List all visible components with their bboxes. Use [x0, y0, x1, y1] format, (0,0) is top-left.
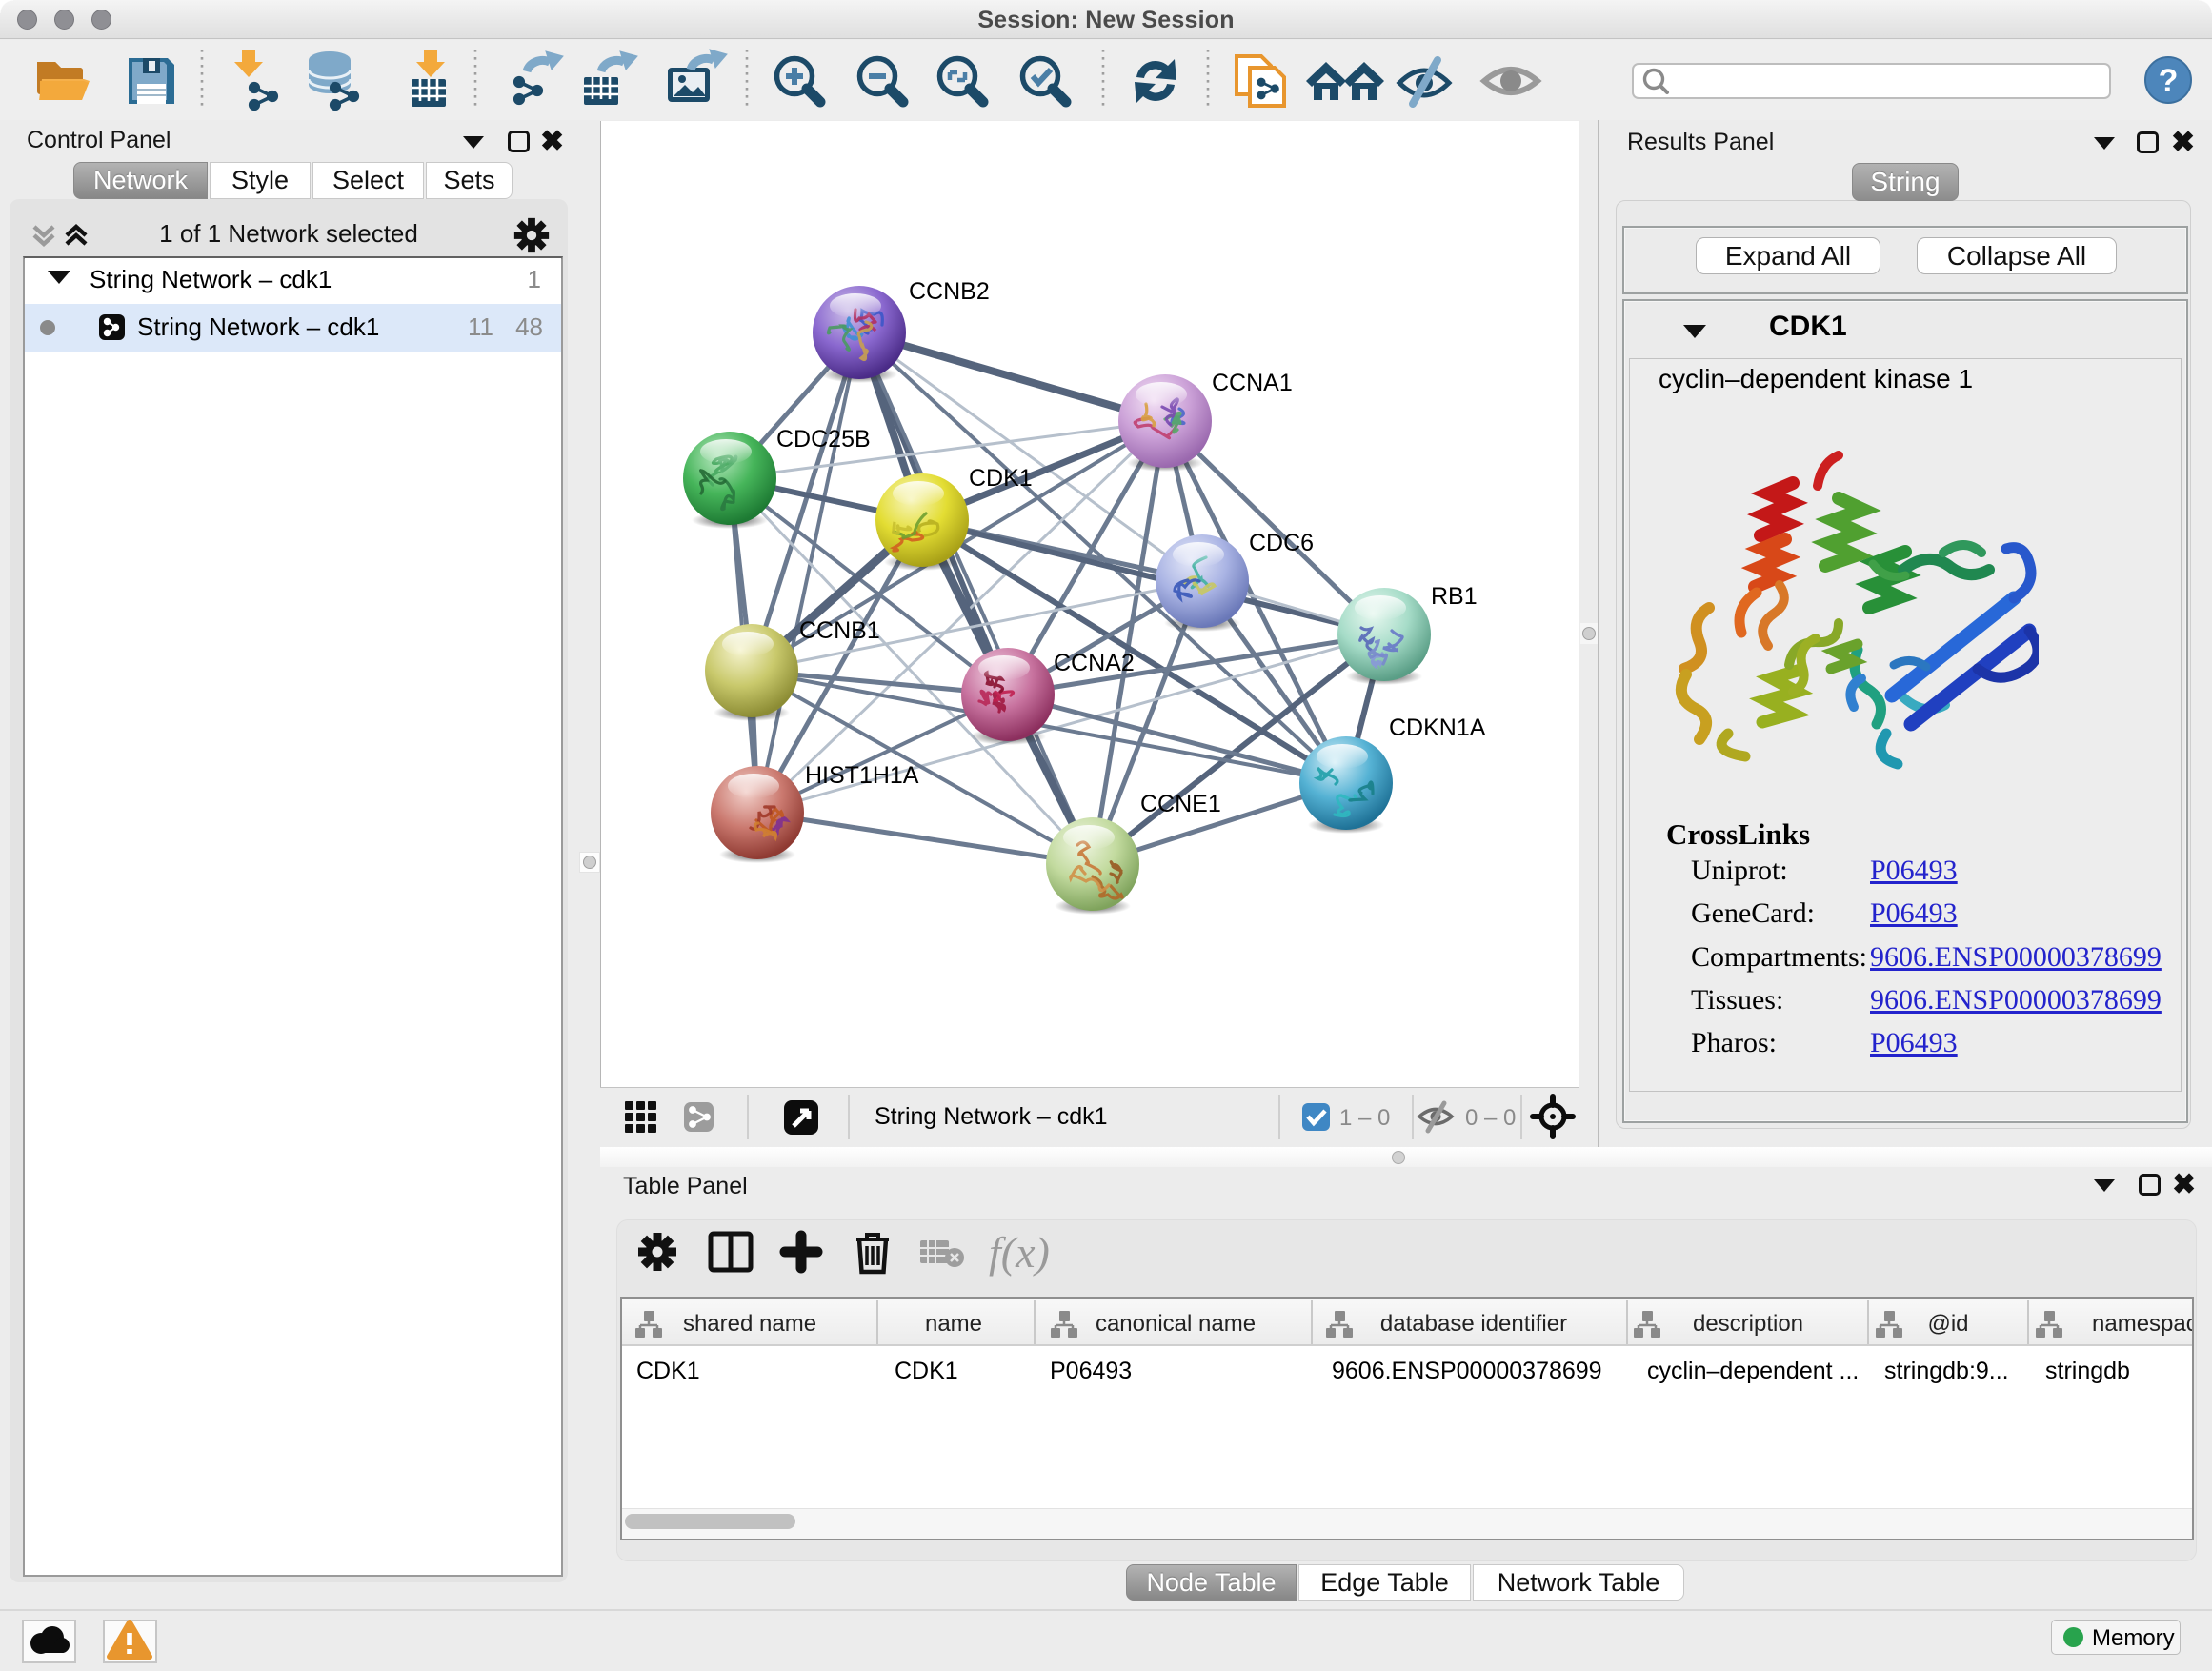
svg-text:CCNB2: CCNB2: [909, 278, 990, 305]
svg-text:CDK1: CDK1: [969, 465, 1033, 492]
svg-text:CCNA1: CCNA1: [1212, 370, 1293, 396]
svg-text:RB1: RB1: [1431, 583, 1478, 610]
svg-text:CDK1: CDK1: [636, 1358, 700, 1384]
svg-text:canonical name: canonical name: [1096, 1311, 1256, 1337]
svg-text:HIST1H1A: HIST1H1A: [805, 762, 919, 789]
svg-text:f(x): f(x): [989, 1228, 1050, 1277]
svg-text:0 – 0: 0 – 0: [1465, 1105, 1516, 1131]
svg-text:shared name: shared name: [683, 1311, 816, 1337]
svg-text:namespace: namespace: [2092, 1311, 2192, 1337]
svg-text:@id: @id: [1927, 1311, 1968, 1337]
svg-text:CCNB1: CCNB1: [799, 617, 880, 644]
svg-text:CDKN1A: CDKN1A: [1389, 715, 1486, 741]
svg-text:cyclin–dependent ...: cyclin–dependent ...: [1647, 1358, 1859, 1384]
svg-text:name: name: [925, 1311, 982, 1337]
svg-text:database identifier: database identifier: [1380, 1311, 1567, 1337]
svg-text:CCNA2: CCNA2: [1054, 650, 1135, 676]
svg-text:?: ?: [2159, 63, 2179, 99]
svg-text:9606.ENSP00000378699: 9606.ENSP00000378699: [1332, 1358, 1602, 1384]
svg-text:CDC25B: CDC25B: [776, 426, 871, 453]
svg-text:stringdb:9...: stringdb:9...: [1884, 1358, 2009, 1384]
svg-text:CDC6: CDC6: [1249, 530, 1314, 556]
svg-text:P06493: P06493: [1050, 1358, 1132, 1384]
svg-text:description: description: [1693, 1311, 1803, 1337]
svg-text:CCNE1: CCNE1: [1140, 791, 1221, 817]
svg-text:CDK1: CDK1: [895, 1358, 958, 1384]
svg-text:stringdb: stringdb: [2045, 1358, 2130, 1384]
svg-text:1 – 0: 1 – 0: [1339, 1105, 1390, 1131]
